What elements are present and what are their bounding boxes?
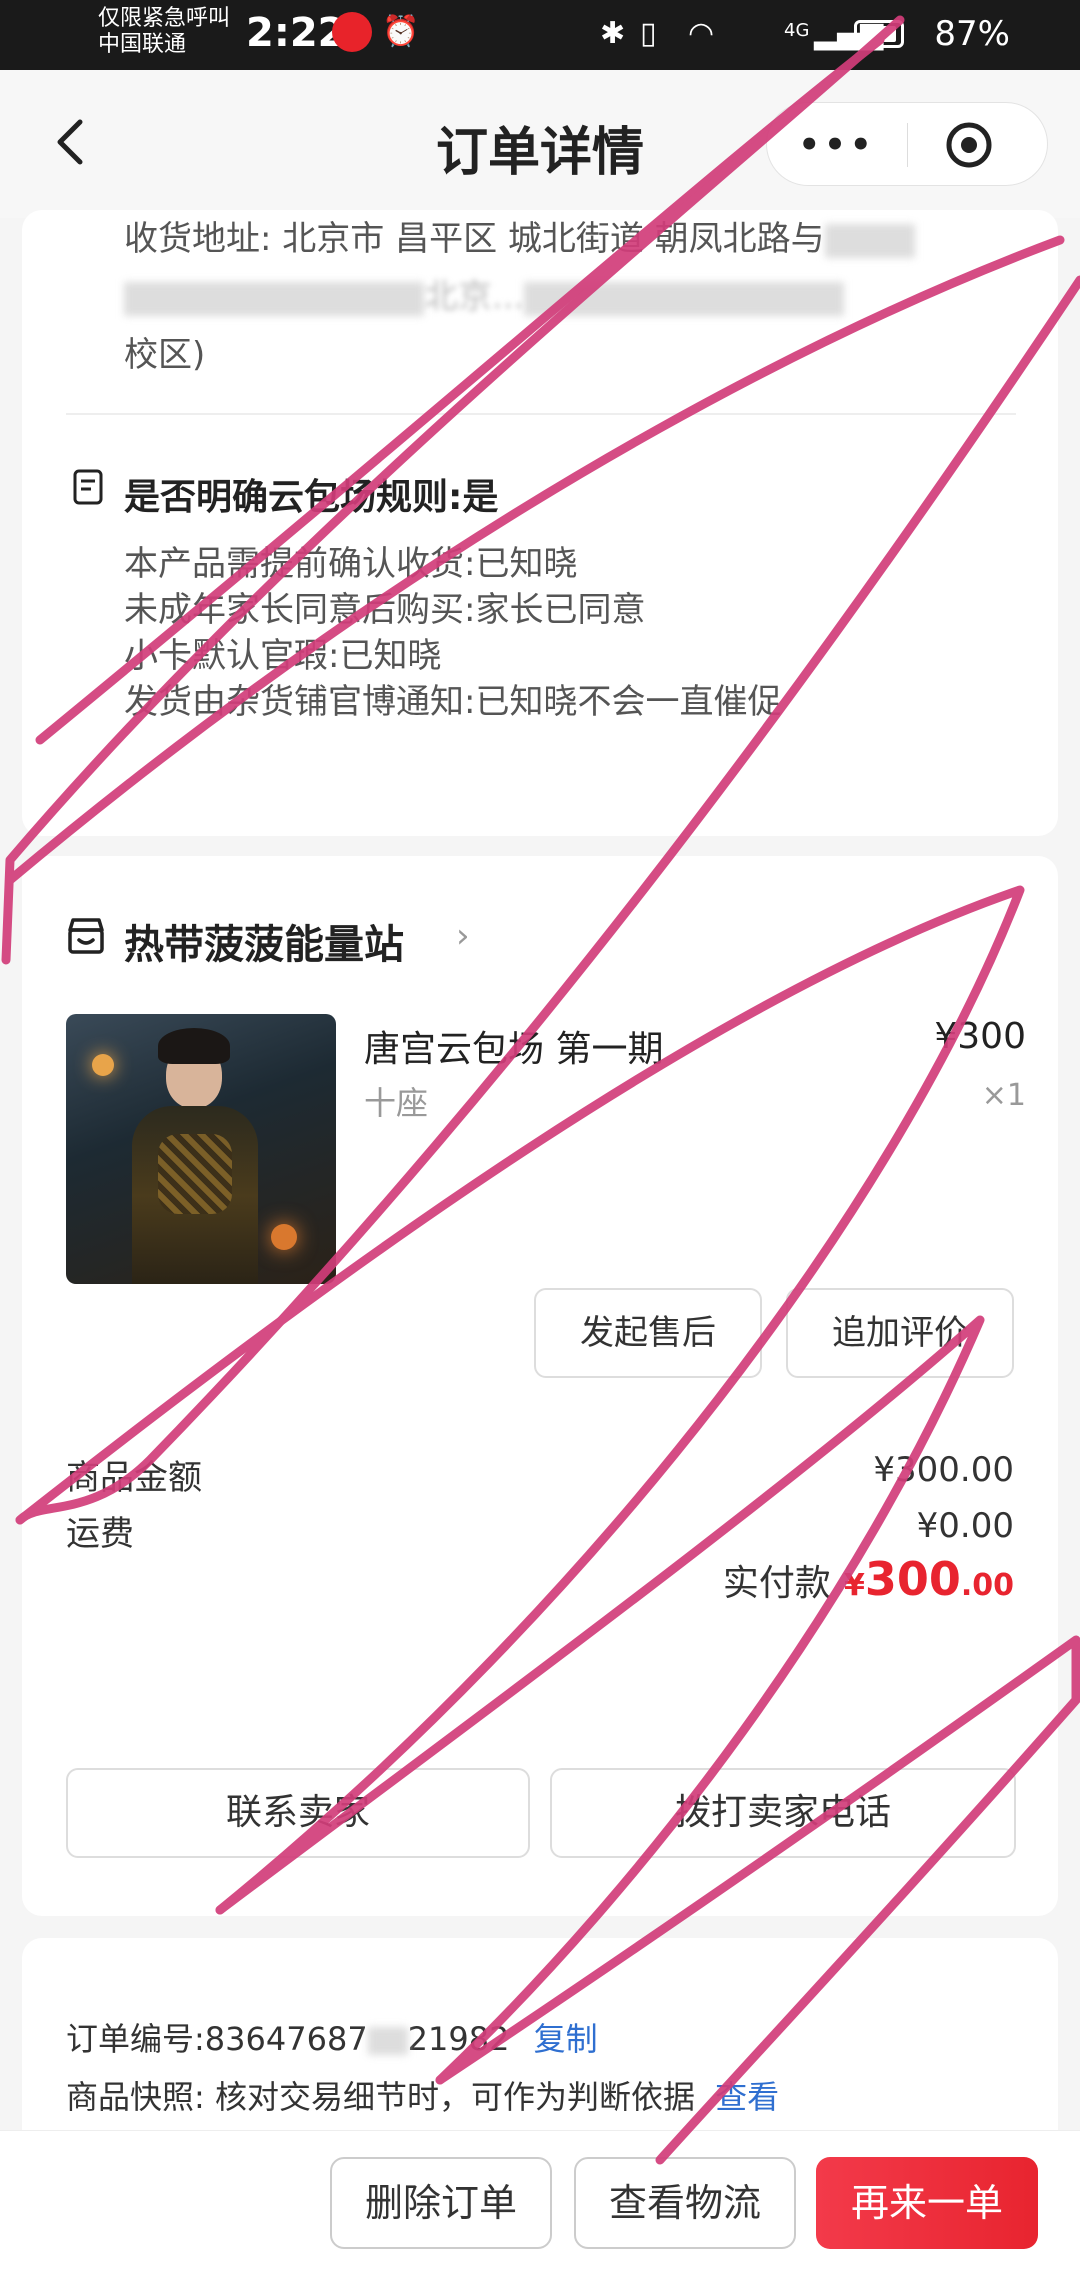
address-line-1: 收货地址: 北京市 昌平区 城北街道 朝凤北路与 xyxy=(124,210,1004,268)
after-sale-button[interactable]: 发起售后 xyxy=(534,1288,762,1378)
address-rules-card: 收货地址: 北京市 昌平区 城北街道 朝凤北路与 北京... 校区) 是否明确云… xyxy=(22,210,1058,836)
product-spec: 十座 xyxy=(364,1084,429,1122)
goods-amount-label: 商品金额 xyxy=(66,1458,202,1498)
order-number-label: 订单编号: xyxy=(66,2020,205,2058)
mini-program-capsule: ••• xyxy=(766,102,1048,186)
carrier-info: 仅限紧急呼叫 中国联通 xyxy=(98,6,230,58)
paid-amount-label: 实付款 xyxy=(722,1563,831,1604)
document-icon xyxy=(73,469,103,505)
snapshot-label: 商品快照: 核对交易细节时，可作为判断依据 xyxy=(66,2078,695,2116)
call-seller-button[interactable]: 拨打卖家电话 xyxy=(550,1768,1016,1858)
view-logistics-button[interactable]: 查看物流 xyxy=(574,2157,796,2249)
capsule-divider xyxy=(907,123,908,167)
bluetooth-icon: ✱ xyxy=(600,16,626,51)
rules-title: 是否明确云包场规则:是 xyxy=(124,477,499,518)
order-number-value: 83647687 xyxy=(204,2020,368,2058)
product-quantity: ×1 xyxy=(981,1078,1026,1113)
weibo-icon xyxy=(332,12,372,52)
wifi-icon: ◠ xyxy=(688,16,715,51)
clock: 2:22 xyxy=(246,10,346,56)
battery-level: 87% xyxy=(934,14,1010,54)
reorder-button[interactable]: 再来一单 xyxy=(816,2157,1038,2249)
product-price: ¥300 xyxy=(934,1016,1026,1057)
rule-item: 未成年家长同意后购买:家长已同意 xyxy=(124,590,646,630)
shipping-address: 收货地址: 北京市 昌平区 城北街道 朝凤北路与 北京... 校区) xyxy=(124,210,1004,384)
alarm-icon: ⏰ xyxy=(382,14,420,49)
paid-amount-integer: 300 xyxy=(864,1552,961,1606)
goods-amount-value: ¥300.00 xyxy=(873,1450,1014,1490)
network-type: 4G xyxy=(784,20,810,41)
contact-seller-button[interactable]: 联系卖家 xyxy=(66,1768,530,1858)
snapshot-row: 商品快照: 核对交易细节时，可作为判断依据 查看 xyxy=(66,2072,779,2118)
rule-item: 本产品需提前确认收货:已知晓 xyxy=(124,544,578,584)
chevron-right-icon: › xyxy=(456,916,470,956)
order-number-row: 订单编号:83647687 21982 复制 xyxy=(66,2014,598,2060)
delete-order-button[interactable]: 删除订单 xyxy=(330,2157,552,2249)
carrier-line-2: 中国联通 xyxy=(98,32,187,57)
shipping-fee-label: 运费 xyxy=(66,1514,134,1554)
rule-item: 小卡默认官瑕:已知晓 xyxy=(124,636,442,676)
add-review-button[interactable]: 追加评价 xyxy=(786,1288,1014,1378)
bottom-action-bar: 删除订单 查看物流 再来一单 xyxy=(0,2130,1080,2280)
carrier-line-1: 仅限紧急呼叫 xyxy=(98,6,231,31)
more-button[interactable]: ••• xyxy=(787,103,887,187)
nav-bar: 订单详情 ••• xyxy=(0,70,1080,218)
target-close-icon xyxy=(946,122,992,168)
paid-currency: ¥ xyxy=(843,1568,865,1603)
store-icon xyxy=(68,918,104,954)
rule-item: 发货由杂货铺官博通知:已知晓不会一直催促 xyxy=(124,682,782,722)
battery-icon xyxy=(854,20,904,48)
product-image[interactable] xyxy=(66,1014,336,1284)
close-button[interactable] xyxy=(943,119,995,171)
shipping-fee-value: ¥0.00 xyxy=(916,1506,1014,1546)
divider xyxy=(66,413,1016,415)
address-line-2: 北京... xyxy=(124,268,1004,326)
product-title: 唐宫云包场 第一期 xyxy=(364,1029,664,1070)
more-dots-icon: ••• xyxy=(798,125,876,165)
address-line-3: 校区) xyxy=(124,335,206,375)
vibrate-icon: ▯ xyxy=(640,16,657,51)
paid-amount-decimal: .00 xyxy=(960,1568,1014,1603)
view-snapshot-link[interactable]: 查看 xyxy=(715,2078,779,2116)
paid-amount-row: 实付款 ¥300.00 xyxy=(723,1552,1014,1606)
copy-order-number-link[interactable]: 复制 xyxy=(534,2020,598,2058)
order-number-tail: 21982 xyxy=(407,2020,510,2058)
status-bar: 仅限紧急呼叫 中国联通 2:22 ⏰ ✱ ▯ ◠ 4G ▂▄▆ 87% xyxy=(0,0,1080,70)
order-product-card: 热带菠菠能量站 › 唐宫云包场 第一期 十座 ¥300 ×1 发起售后 追加评价… xyxy=(22,856,1058,1916)
shop-name: 热带菠菠能量站 xyxy=(124,922,404,968)
